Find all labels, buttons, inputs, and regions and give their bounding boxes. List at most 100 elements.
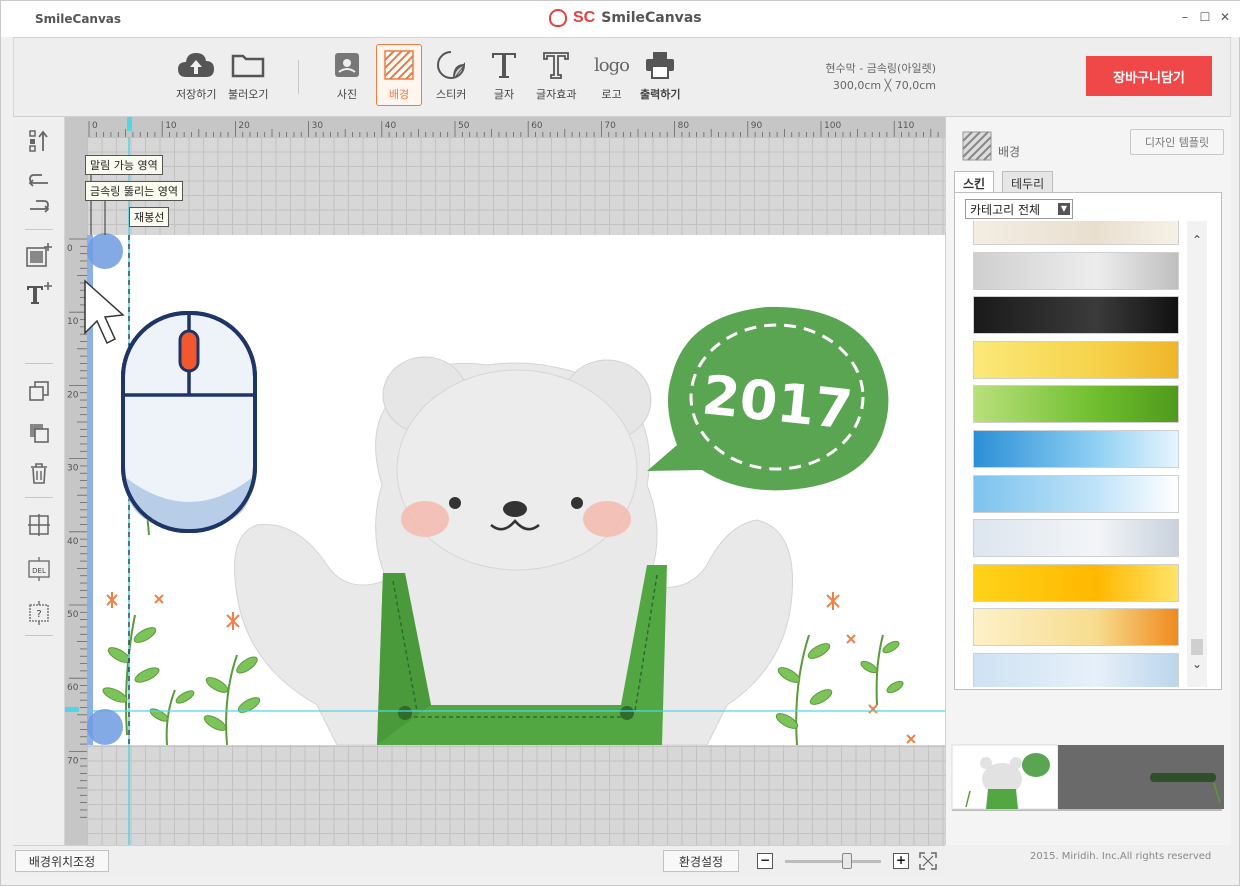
print-label: 출력하기	[640, 88, 681, 101]
product-name: 현수막 - 금속링(아일렛)	[825, 62, 936, 75]
ruler-label: 30	[312, 121, 324, 131]
layer-order-icon[interactable]	[25, 127, 53, 155]
settings-button[interactable]: 환경설정	[663, 850, 739, 872]
text-button[interactable]: 글자	[490, 48, 518, 108]
save-button[interactable]: 저장하기	[176, 48, 216, 108]
add-to-cart-button[interactable]: 장바구니담기	[1086, 56, 1212, 96]
skin-pale-mist[interactable]	[973, 519, 1179, 558]
preview-thumbnail	[951, 744, 1224, 811]
fold-area-label: 말림 가능 영역	[85, 155, 163, 175]
add-photo-icon[interactable]	[25, 241, 53, 269]
skin-light-blue[interactable]	[973, 474, 1179, 513]
tab-border[interactable]: 테두리	[1002, 171, 1054, 193]
skin-list[interactable]	[971, 221, 1179, 687]
sticker-button[interactable]: 스티커	[436, 48, 466, 108]
skin-silver-lights[interactable]	[973, 251, 1179, 290]
print-button[interactable]: 출력하기	[640, 48, 680, 108]
skin-cream-orange[interactable]	[973, 608, 1179, 647]
skin-black[interactable]	[973, 296, 1179, 335]
minimize-button[interactable]: –	[1177, 9, 1193, 25]
delete-area-icon[interactable]: DEL	[25, 555, 53, 583]
maximize-button[interactable]: ☐	[1197, 9, 1213, 25]
zoom-slider-track[interactable]	[785, 860, 881, 863]
scroll-down-icon[interactable]: ⌄	[1189, 657, 1205, 673]
fit-screen-icon[interactable]	[919, 852, 937, 874]
scroll-up-icon[interactable]: ⌃	[1189, 233, 1205, 249]
product-info: 현수막 - 금속링(아일렛) 300,0cm ╳ 70,0cm	[810, 60, 936, 94]
smile-logo-icon	[549, 9, 567, 27]
undo-icon[interactable]	[25, 165, 53, 193]
skin-blue-sky-clouds[interactable]	[973, 430, 1179, 468]
grid-icon[interactable]	[25, 511, 53, 539]
logo-sc-text: SC	[573, 9, 596, 26]
zoom-in-button[interactable]: +	[893, 853, 909, 869]
help-icon[interactable]: ?	[25, 599, 53, 627]
product-size: 300,0cm ╳ 70,0cm	[832, 79, 936, 92]
text-effect-icon	[541, 48, 571, 82]
main-toolbar: 저장하기 불러오기 사진 배경 스티커 글자 글자효과 logo 로고 출력하기…	[13, 37, 1231, 117]
text-effect-label: 글자효과	[536, 88, 577, 101]
logo-icon: logo	[594, 54, 630, 76]
guide-handle-top[interactable]	[127, 117, 132, 131]
ruler-label: 70	[604, 121, 616, 131]
ruler-label: 110	[897, 121, 914, 131]
close-button[interactable]: ✕	[1217, 9, 1233, 25]
logo-name-text: SmileCanvas	[601, 10, 702, 26]
left-divider	[25, 229, 53, 230]
tab-skin[interactable]: 스킨	[954, 171, 995, 193]
left-divider	[25, 497, 53, 498]
design-preview[interactable]	[950, 743, 1226, 815]
app-name: SmileCanvas	[35, 12, 122, 26]
zoom-out-button[interactable]: −	[757, 853, 773, 869]
scroll-thumb[interactable]	[1191, 639, 1203, 655]
right-panel: 배경 디자인 템플릿 스킨 테두리 카테고리 전체 ▼ ⌃ ⌄ 2015. Mi…	[945, 117, 1231, 862]
app-logo: SC SmileCanvas	[549, 9, 702, 27]
skin-green-grass[interactable]	[973, 385, 1179, 424]
skin-sunburst[interactable]	[973, 563, 1179, 602]
ruler-label: 40	[67, 537, 79, 547]
save-label: 저장하기	[176, 88, 217, 101]
duplicate-icon[interactable]	[25, 419, 53, 447]
photo-button[interactable]: 사진	[334, 48, 360, 108]
skin-ivory[interactable]	[973, 221, 1179, 245]
zoom-slider-thumb[interactable]	[842, 853, 852, 869]
sewing-line-label: 재봉선	[129, 207, 170, 227]
sticker-label: 스티커	[436, 88, 467, 101]
logo-button[interactable]: logo 로고	[594, 48, 630, 108]
background-label: 배경	[388, 88, 410, 101]
ruler-label: 0	[92, 121, 98, 131]
title-bar: SmileCanvas SC SmileCanvas – ☐ ✕	[1, 1, 1240, 37]
bottom-bar: 배경위치조정 환경설정 − +	[13, 845, 945, 875]
add-text-icon[interactable]	[25, 279, 53, 307]
text-effect-button[interactable]: 글자효과	[536, 48, 576, 108]
ruler-label: 10	[67, 317, 79, 327]
category-select[interactable]: 카테고리 전체 ▼	[965, 199, 1073, 219]
eyelet-area-label: 금속링 뚫리는 영역	[85, 181, 183, 201]
background-button[interactable]: 배경	[376, 44, 422, 106]
ruler-label: 80	[678, 121, 690, 131]
background-position-button[interactable]: 배경위치조정	[15, 850, 109, 872]
trash-icon[interactable]	[25, 459, 53, 487]
category-value: 카테고리 전체	[970, 203, 1041, 217]
ruler-label: 20	[238, 121, 250, 131]
guide-overlay: 0 10 20 30 40 50 60 70 80 90 100 110 0 10 20 30 40 50 60 70	[65, 117, 945, 845]
svg-text:?: ?	[36, 609, 41, 620]
ruler-label: 60	[67, 683, 79, 693]
left-divider	[25, 635, 53, 636]
load-button[interactable]: 불러오기	[228, 48, 268, 108]
design-template-button[interactable]: 디자인 템플릿	[1130, 129, 1224, 155]
ruler-label: 70	[67, 756, 79, 766]
ruler-label: 60	[531, 121, 543, 131]
skin-pale-blue[interactable]	[973, 653, 1179, 687]
left-divider	[25, 363, 53, 364]
ruler-label: 10	[165, 121, 177, 131]
app-window: SmileCanvas SC SmileCanvas – ☐ ✕ 저장하기 불러…	[0, 0, 1240, 886]
guide-handle-left[interactable]	[65, 707, 79, 712]
skin-scrollbar[interactable]: ⌃ ⌄	[1187, 221, 1207, 687]
copy-icon[interactable]	[25, 377, 53, 405]
logo-label: 로고	[601, 88, 622, 101]
canvas-area[interactable]: 2017 0 10 20 30 40 50 60 70 80 90 100 11…	[65, 117, 945, 845]
ruler-label: 50	[67, 610, 79, 620]
skin-yellow-floral[interactable]	[973, 340, 1179, 379]
redo-icon[interactable]	[25, 191, 53, 219]
